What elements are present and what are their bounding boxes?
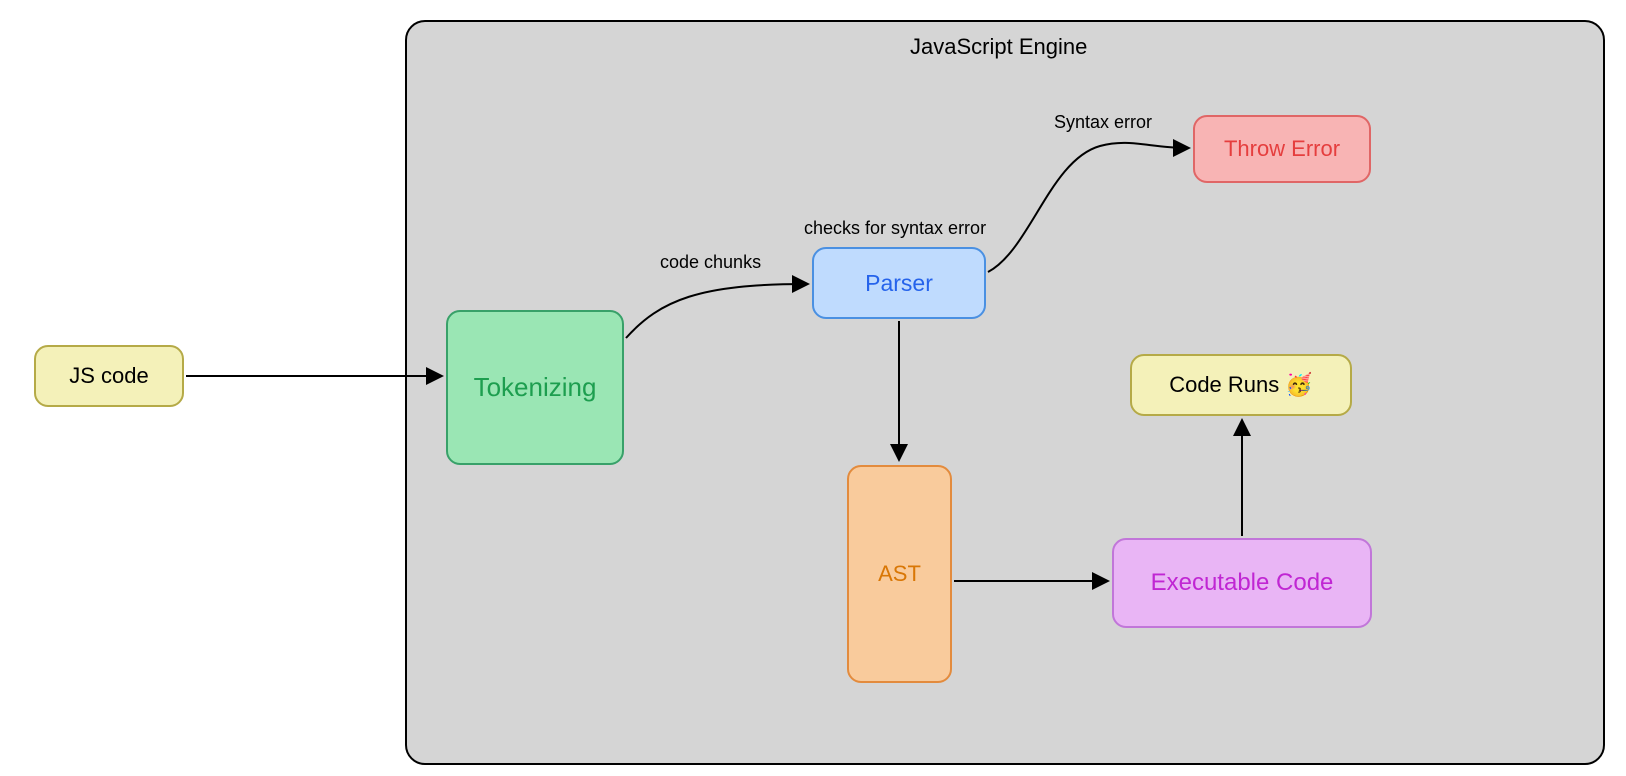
node-ast: AST <box>847 465 952 683</box>
parser-annotation: checks for syntax error <box>804 218 986 239</box>
node-throw-error-label: Throw Error <box>1224 136 1340 162</box>
edge-syntax-error-label: Syntax error <box>1054 112 1152 133</box>
node-ast-label: AST <box>878 561 921 587</box>
node-code-runs: Code Runs 🥳 <box>1130 354 1352 416</box>
node-parser: Parser <box>812 247 986 319</box>
diagram-canvas: JavaScript Engine JS code Tokenizing Par… <box>0 0 1626 776</box>
node-js-code: JS code <box>34 345 184 407</box>
node-tokenizing: Tokenizing <box>446 310 624 465</box>
engine-container-title: JavaScript Engine <box>910 34 1087 60</box>
node-js-code-label: JS code <box>69 363 149 389</box>
node-tokenizing-label: Tokenizing <box>474 372 597 403</box>
node-parser-label: Parser <box>865 270 933 297</box>
node-throw-error: Throw Error <box>1193 115 1371 183</box>
node-code-runs-label: Code Runs 🥳 <box>1169 372 1313 398</box>
node-executable: Executable Code <box>1112 538 1372 628</box>
node-executable-label: Executable Code <box>1151 569 1334 597</box>
edge-code-chunks-label: code chunks <box>660 252 761 273</box>
